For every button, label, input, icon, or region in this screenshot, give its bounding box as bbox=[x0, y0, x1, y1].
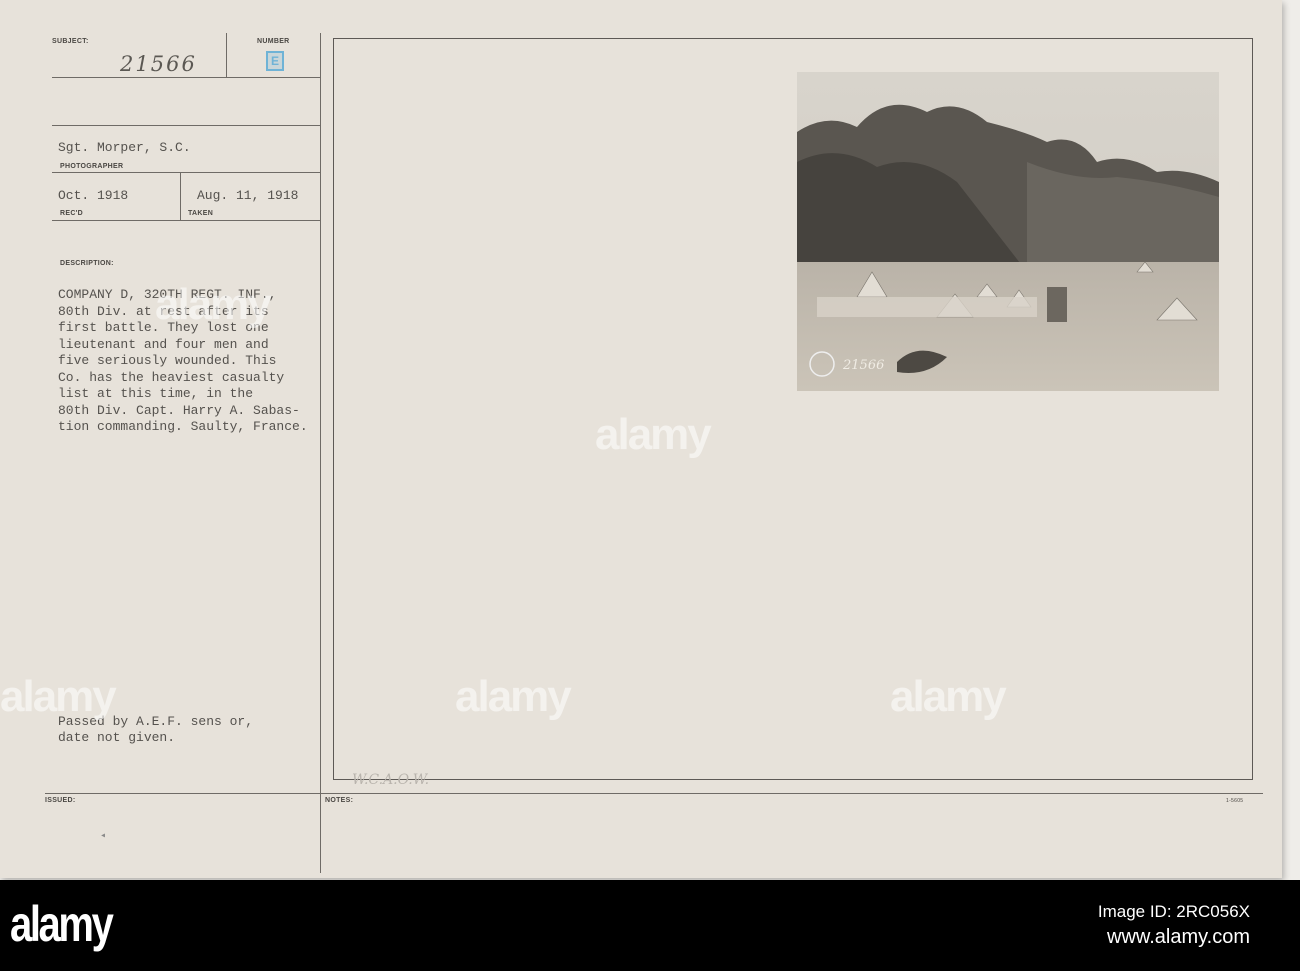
divider bbox=[52, 220, 320, 221]
subject-number: 21566 bbox=[120, 52, 197, 76]
received-label: REC'D bbox=[60, 210, 83, 217]
archival-photo-card: SUBJECT: 21566 NUMBER E Sgt. Morper, S.C… bbox=[0, 0, 1282, 878]
photo-number: 21566 bbox=[842, 358, 884, 373]
description-line: five seriously wounded. This bbox=[58, 353, 277, 368]
divider bbox=[52, 172, 320, 173]
arrow-mark-icon: ◂ bbox=[100, 831, 107, 842]
issued-label: ISSUED: bbox=[45, 797, 76, 804]
description-line: tion commanding. Saulty, France. bbox=[58, 419, 308, 434]
divider bbox=[45, 793, 1263, 794]
divider bbox=[180, 172, 181, 220]
description-line: list at this time, in the bbox=[58, 386, 254, 401]
watermark: alamy bbox=[455, 672, 572, 721]
number-label: NUMBER bbox=[257, 38, 290, 45]
image-id: Image ID: 2RC056X bbox=[1097, 902, 1250, 921]
subject-label: SUBJECT: bbox=[52, 38, 89, 45]
watermark: alamy bbox=[890, 672, 1007, 721]
taken-label: TAKEN bbox=[188, 210, 214, 217]
watermark: alamy bbox=[155, 280, 272, 329]
photograph: 21566 bbox=[797, 72, 1219, 391]
divider bbox=[52, 77, 320, 78]
received-date: Oct. 1918 bbox=[58, 188, 129, 203]
site-url[interactable]: www.alamy.com bbox=[1107, 926, 1250, 949]
description-line: lieutenant and four men and bbox=[58, 336, 269, 352]
divider bbox=[52, 125, 320, 126]
notes-label: NOTES: bbox=[325, 797, 354, 804]
alamy-logo: alamy bbox=[10, 896, 114, 952]
photographer-name: Sgt. Morper, S.C. bbox=[58, 140, 191, 155]
description-line: Co. has the heaviest casualty bbox=[58, 369, 285, 385]
footer-bar bbox=[0, 880, 1300, 971]
photographer-label: PHOTOGRAPHER bbox=[60, 163, 124, 170]
watermark: alamy bbox=[0, 672, 117, 721]
censor-line: date not given. bbox=[58, 730, 176, 745]
notes-handwriting: W.C.A.O.W. bbox=[352, 772, 430, 788]
divider bbox=[226, 33, 227, 78]
description-line: 80th Div. Capt. Harry A. Sabas- bbox=[58, 402, 300, 418]
number-stamp: E bbox=[266, 51, 284, 71]
watermark: alamy bbox=[595, 410, 712, 459]
form-number: 1-5605 bbox=[1226, 798, 1244, 804]
column-divider bbox=[320, 33, 321, 873]
taken-date: Aug. 11, 1918 bbox=[197, 188, 299, 203]
photograph-image: 21566 bbox=[797, 72, 1219, 391]
description-label: DESCRIPTION: bbox=[60, 260, 114, 267]
